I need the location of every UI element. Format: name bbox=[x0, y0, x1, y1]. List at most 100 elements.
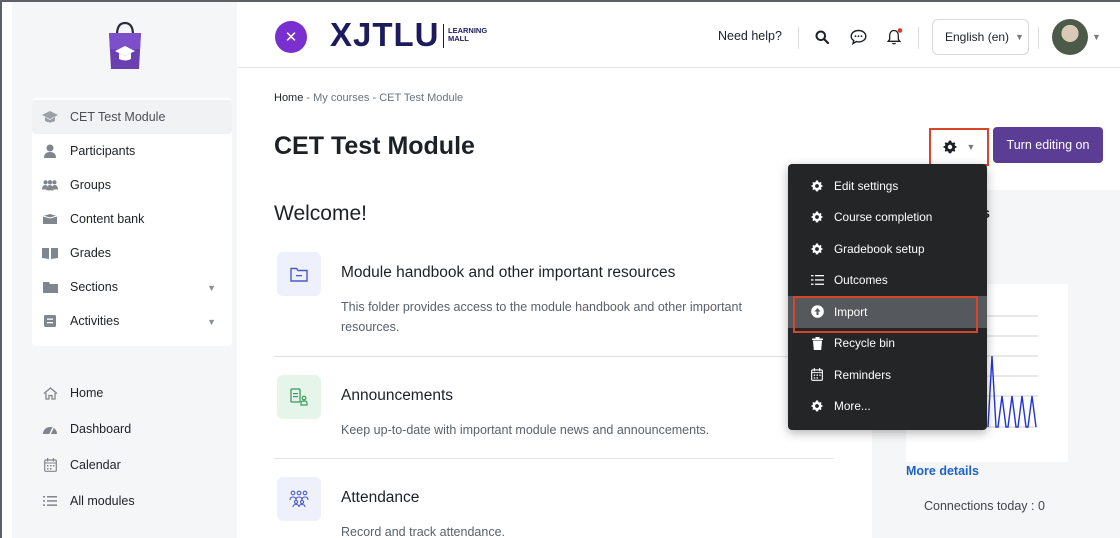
menu-item-label: More... bbox=[834, 399, 871, 414]
menu-item-label: Recycle bin bbox=[834, 336, 895, 351]
activity-icon bbox=[42, 313, 58, 329]
language-selector[interactable]: English (en) ▼ bbox=[932, 19, 1029, 55]
chevron-down-icon[interactable]: ▼ bbox=[1092, 32, 1101, 42]
sidebar-item-label: Content bank bbox=[70, 212, 145, 226]
gear-icon bbox=[810, 179, 824, 193]
activity-item: Module handbook and other important reso… bbox=[274, 252, 834, 352]
menu-item-outcomes[interactable]: Outcomes bbox=[788, 265, 987, 297]
shopping-bag-logo-icon bbox=[108, 21, 141, 69]
home-icon bbox=[42, 385, 58, 401]
menu-item-more[interactable]: More... bbox=[788, 391, 987, 423]
calendar-icon bbox=[42, 457, 58, 473]
activity-title[interactable]: Attendance bbox=[341, 489, 419, 507]
trash-icon bbox=[810, 336, 824, 350]
menu-item-label: Course completion bbox=[834, 210, 933, 225]
gear-icon bbox=[810, 210, 824, 224]
folder-icon bbox=[42, 279, 58, 295]
sidebar-item-groups[interactable]: Groups bbox=[32, 168, 232, 202]
user-icon bbox=[42, 143, 58, 159]
chevron-down-icon[interactable]: ▼ bbox=[207, 317, 216, 327]
calendar-icon bbox=[810, 368, 824, 382]
sidebar-item-activities[interactable]: Activities ▼ bbox=[32, 304, 232, 338]
menu-item-import[interactable]: Import bbox=[788, 296, 987, 328]
graduation-cap-icon bbox=[42, 109, 58, 125]
breadcrumb-home[interactable]: Home bbox=[274, 92, 303, 104]
sidebar-item-participants[interactable]: Participants bbox=[32, 134, 232, 168]
chevron-down-icon[interactable]: ▼ bbox=[207, 283, 216, 293]
site-navigation: Home Dashboard Calendar All modules bbox=[32, 375, 232, 519]
menu-item-course-completion[interactable]: Course completion bbox=[788, 202, 987, 234]
sidebar: CET Test Module Participants Groups Cont… bbox=[12, 2, 237, 538]
sidebar-item-content-bank[interactable]: Content bank bbox=[32, 202, 232, 236]
sidebar-item-label: Sections bbox=[70, 280, 118, 294]
menu-item-label: Outcomes bbox=[834, 273, 888, 288]
sidebar-item-cet-test-module[interactable]: CET Test Module bbox=[32, 100, 232, 134]
activity-title[interactable]: Module handbook and other important reso… bbox=[341, 264, 675, 282]
box-icon bbox=[42, 211, 58, 227]
sidebar-item-label: All modules bbox=[70, 494, 135, 508]
divider bbox=[918, 27, 919, 49]
more-details-link[interactable]: More details bbox=[906, 464, 979, 478]
sidebar-item-home[interactable]: Home bbox=[32, 375, 232, 411]
activity-item: Announcements Keep up-to-date with impor… bbox=[274, 375, 834, 445]
menu-item-label: Gradebook setup bbox=[834, 241, 925, 256]
sidebar-item-label: Participants bbox=[70, 144, 136, 158]
chevron-down-icon: ▼ bbox=[1015, 32, 1024, 42]
menu-item-reminders[interactable]: Reminders bbox=[788, 359, 987, 391]
menu-item-edit-settings[interactable]: Edit settings bbox=[788, 170, 987, 202]
list-icon bbox=[42, 493, 58, 509]
forum-icon[interactable] bbox=[277, 375, 321, 419]
course-actions-button[interactable]: ▼ bbox=[929, 128, 989, 166]
sidebar-item-label: Groups bbox=[70, 178, 111, 192]
sidebar-item-sections[interactable]: Sections ▼ bbox=[32, 270, 232, 304]
gear-icon bbox=[810, 399, 824, 413]
sidebar-item-all-modules[interactable]: All modules bbox=[32, 483, 232, 519]
need-help-link[interactable]: Need help? bbox=[718, 29, 782, 43]
search-icon[interactable] bbox=[813, 28, 831, 46]
divider bbox=[798, 27, 799, 49]
menu-item-label: Reminders bbox=[834, 367, 892, 382]
gear-icon bbox=[810, 242, 824, 256]
sidebar-item-label: Calendar bbox=[70, 458, 121, 472]
breadcrumb-current[interactable]: CET Test Module bbox=[379, 92, 463, 104]
dashboard-icon bbox=[42, 421, 58, 437]
sidebar-item-label: Activities bbox=[70, 314, 120, 328]
close-drawer-button[interactable]: ✕ bbox=[275, 21, 307, 53]
list-check-icon bbox=[810, 273, 824, 287]
activity-description: This folder provides access to the modul… bbox=[341, 300, 742, 334]
avatar[interactable] bbox=[1052, 19, 1088, 55]
brand-divider bbox=[443, 24, 444, 48]
sidebar-item-label: Dashboard bbox=[70, 422, 132, 436]
top-navbar: ✕ XJTLU LEARNING MALL Need help? English… bbox=[238, 2, 1120, 68]
page-title: CET Test Module bbox=[274, 132, 475, 160]
logo[interactable] bbox=[12, 2, 237, 88]
sidebar-item-calendar[interactable]: Calendar bbox=[32, 447, 232, 483]
bell-icon[interactable] bbox=[886, 28, 904, 46]
upload-icon bbox=[810, 305, 824, 319]
brand-subtitle-line: MALL bbox=[448, 34, 469, 43]
close-icon: ✕ bbox=[284, 29, 298, 46]
brand-logo-text[interactable]: XJTLU bbox=[330, 16, 440, 54]
turn-editing-on-button[interactable]: Turn editing on bbox=[993, 127, 1103, 163]
sidebar-item-dashboard[interactable]: Dashboard bbox=[32, 411, 232, 447]
breadcrumb-separator: - bbox=[306, 92, 311, 104]
activity-item: Attendance Record and track attendance. bbox=[274, 477, 834, 538]
connections-today: Connections today : 0 bbox=[924, 499, 1045, 513]
app-frame: CET Test Module Participants Groups Cont… bbox=[0, 0, 1120, 538]
activity-title[interactable]: Announcements bbox=[341, 387, 453, 405]
message-icon[interactable] bbox=[849, 28, 867, 46]
attendance-icon[interactable] bbox=[277, 477, 321, 521]
folder-icon[interactable] bbox=[277, 252, 321, 296]
menu-item-recycle-bin[interactable]: Recycle bin bbox=[788, 328, 987, 360]
breadcrumb-separator: - bbox=[372, 92, 377, 104]
divider bbox=[274, 458, 834, 459]
breadcrumb-my-courses[interactable]: My courses bbox=[313, 92, 369, 104]
menu-item-gradebook-setup[interactable]: Gradebook setup bbox=[788, 233, 987, 265]
sidebar-item-label: Grades bbox=[70, 246, 111, 260]
sidebar-item-grades[interactable]: Grades bbox=[32, 236, 232, 270]
gear-icon bbox=[943, 140, 957, 154]
language-label: English (en) bbox=[945, 30, 1010, 44]
users-icon bbox=[42, 177, 58, 193]
section-heading: Welcome! bbox=[274, 202, 367, 225]
menu-item-label: Import bbox=[834, 304, 868, 319]
